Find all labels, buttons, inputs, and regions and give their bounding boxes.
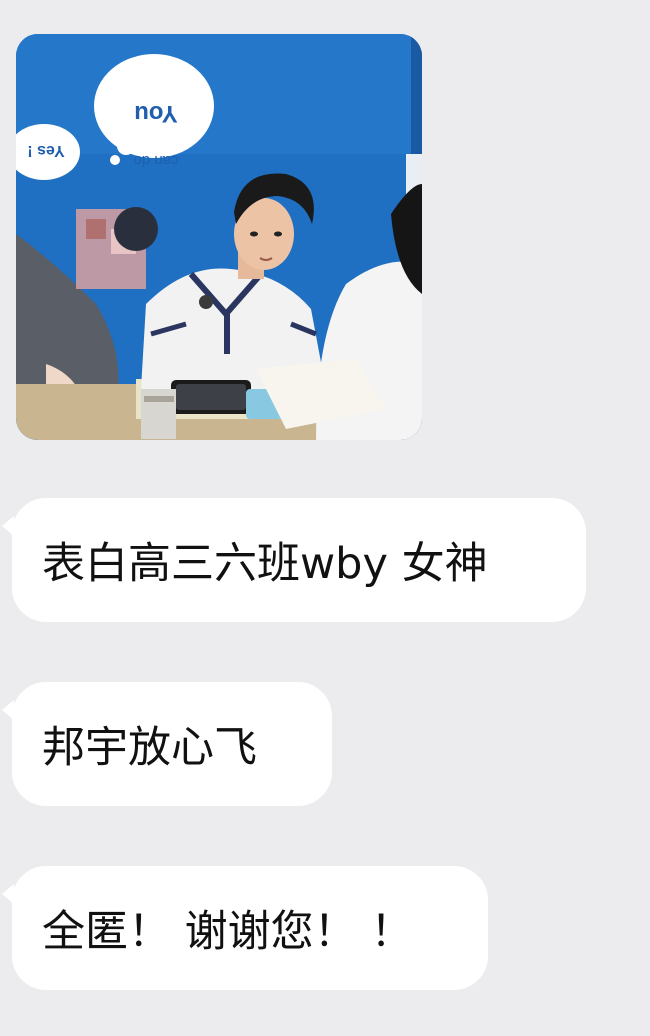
message-text: 邦宇放心飞 xyxy=(42,723,257,773)
classroom-photo: You can do Yes ! xyxy=(16,34,422,440)
message-text: 表白高三六班wby 女神 xyxy=(42,539,488,589)
svg-text:can do: can do xyxy=(133,152,178,169)
svg-text:Yes !: Yes ! xyxy=(27,142,64,159)
message-bubble[interactable]: 全匿！ 谢谢您！ ！ xyxy=(2,866,488,990)
message-bubble[interactable]: 表白高三六班wby 女神 xyxy=(2,498,586,622)
bubble-tail xyxy=(2,700,14,720)
bubble-tail xyxy=(2,884,14,904)
message-bubble[interactable]: 邦宇放心飞 xyxy=(2,682,332,806)
bubble-tail xyxy=(2,516,14,536)
photo-message[interactable]: You can do Yes ! xyxy=(16,34,422,440)
svg-text:You: You xyxy=(134,100,178,127)
message-text: 全匿！ 谢谢您！ ！ xyxy=(42,907,414,957)
